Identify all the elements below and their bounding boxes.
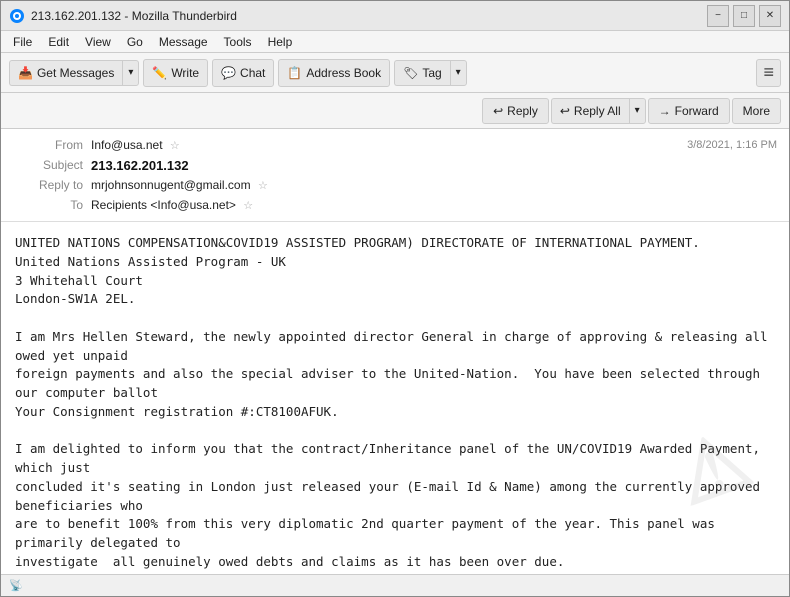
menubar-item-help[interactable]: Help — [260, 33, 301, 51]
reply-all-icon: ↩ — [560, 104, 570, 118]
titlebar: 213.162.201.132 - Mozilla Thunderbird − … — [1, 1, 789, 31]
from-value: Info@usa.net ☆ — [91, 138, 687, 152]
forward-button[interactable]: → Forward — [648, 98, 730, 124]
menubar-item-go[interactable]: Go — [119, 33, 151, 51]
subject-row: Subject 213.162.201.132 — [13, 155, 777, 175]
app-icon — [9, 8, 25, 24]
write-icon: ✏️ — [152, 66, 167, 80]
replyto-row: Reply to mrjohnsonnugent@gmail.com ☆ — [13, 175, 777, 195]
chat-icon: 💬 — [221, 66, 236, 80]
menubar-item-tools[interactable]: Tools — [216, 33, 260, 51]
to-value: Recipients <Info@usa.net> ☆ — [91, 198, 777, 212]
statusbar: 📡 — [1, 574, 789, 596]
from-row: From Info@usa.net ☆ 3/8/2021, 1:16 PM — [13, 135, 777, 155]
restore-button[interactable]: □ — [733, 5, 755, 27]
replyto-star-icon[interactable]: ☆ — [258, 180, 268, 192]
to-row: To Recipients <Info@usa.net> ☆ — [13, 195, 777, 215]
tag-button[interactable]: 🏷 Tag ▾ — [394, 60, 467, 86]
minimize-button[interactable]: − — [707, 5, 729, 27]
reply-icon: ↩ — [493, 104, 503, 118]
to-label: To — [13, 198, 83, 212]
subject-label: Subject — [13, 158, 83, 172]
close-button[interactable]: ✕ — [759, 5, 781, 27]
reply-all-button[interactable]: ↩ Reply All ▾ — [551, 98, 646, 124]
window-title: 213.162.201.132 - Mozilla Thunderbird — [31, 9, 707, 23]
forward-icon: → — [659, 104, 671, 118]
menubar-item-view[interactable]: View — [77, 33, 119, 51]
window-controls: − □ ✕ — [707, 5, 781, 27]
email-date: 3/8/2021, 1:16 PM — [687, 139, 777, 151]
menubar-item-message[interactable]: Message — [151, 33, 216, 51]
write-button[interactable]: ✏️ Write — [143, 59, 208, 87]
chat-button[interactable]: 💬 Chat — [212, 59, 274, 87]
email-body: UNITED NATIONS COMPENSATION&COVID19 ASSI… — [1, 222, 789, 574]
replyto-label: Reply to — [13, 178, 83, 192]
email-header: From Info@usa.net ☆ 3/8/2021, 1:16 PM Su… — [1, 129, 789, 222]
address-book-icon: 📋 — [287, 66, 302, 80]
get-messages-button[interactable]: 📥 Get Messages ▾ — [9, 60, 139, 86]
more-button[interactable]: More — [732, 98, 781, 124]
menubar-item-file[interactable]: File — [5, 33, 40, 51]
menubar-item-edit[interactable]: Edit — [40, 33, 77, 51]
address-book-button[interactable]: 📋 Address Book — [278, 59, 390, 87]
replyto-value: mrjohnsonnugent@gmail.com ☆ — [91, 178, 777, 192]
menubar: FileEditViewGoMessageToolsHelp — [1, 31, 789, 53]
reply-button[interactable]: ↩ Reply — [482, 98, 549, 124]
toolbar-menu-button[interactable]: ≡ — [756, 59, 781, 87]
status-icon: 📡 — [9, 579, 23, 592]
action-bar: ↩ Reply ↩ Reply All ▾ → Forward More — [1, 93, 789, 129]
toolbar: 📥 Get Messages ▾ ✏️ Write 💬 Chat 📋 Addre… — [1, 53, 789, 93]
from-label: From — [13, 138, 83, 152]
tag-icon: 🏷 — [403, 66, 418, 80]
from-star-icon[interactable]: ☆ — [170, 140, 180, 152]
subject-value: 213.162.201.132 — [91, 158, 777, 173]
get-messages-icon: 📥 — [18, 66, 33, 80]
to-star-icon[interactable]: ☆ — [243, 200, 253, 212]
main-window: 213.162.201.132 - Mozilla Thunderbird − … — [0, 0, 790, 597]
email-body-container[interactable]: UNITED NATIONS COMPENSATION&COVID19 ASSI… — [1, 222, 789, 574]
